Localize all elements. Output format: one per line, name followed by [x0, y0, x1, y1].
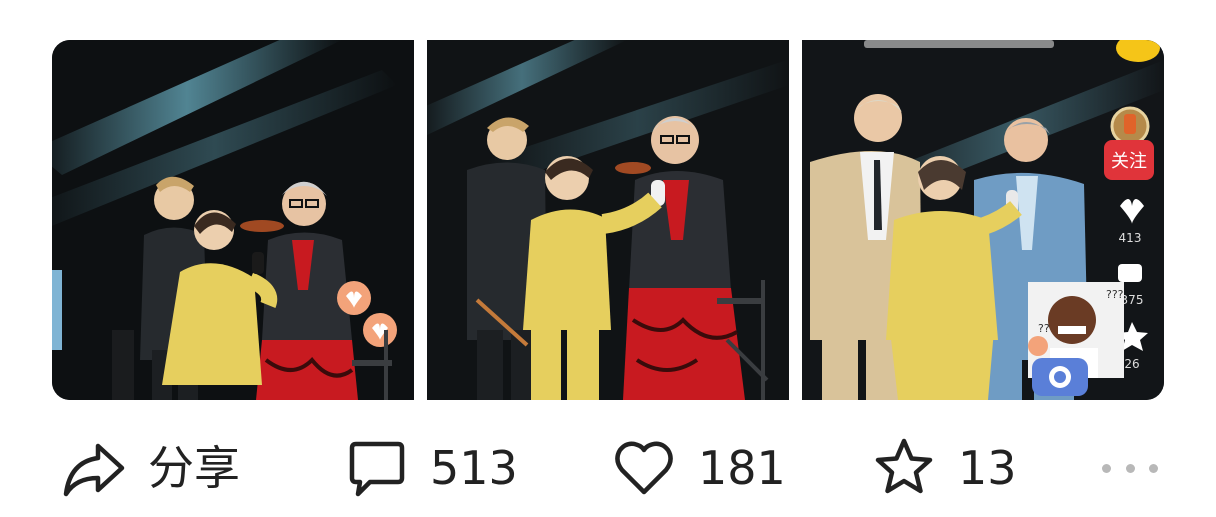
gallery-photo-2[interactable] [427, 40, 789, 400]
more-dot [1102, 463, 1111, 473]
post-action-bar: 分享 513 181 13 [0, 432, 1216, 504]
heart-outline-icon [615, 441, 673, 495]
comment-bubble-icon [349, 441, 405, 497]
share-arrow-icon [63, 443, 125, 497]
star-outline-icon [875, 438, 933, 494]
stage-photo-1-image [52, 40, 414, 400]
share-label: 分享 [148, 441, 240, 495]
like-button[interactable]: 181 [612, 432, 786, 504]
image-gallery: 关注 413 375 26 ?? ??? [52, 40, 1164, 400]
follow-badge-label: 关注 [1111, 151, 1147, 172]
favorite-count: 13 [958, 441, 1017, 495]
more-dot [1149, 463, 1158, 473]
gallery-photo-3[interactable]: 关注 413 375 26 ?? ??? [802, 40, 1164, 400]
more-dot [1125, 463, 1135, 473]
overlay-like-count: 413 [1119, 231, 1142, 245]
like-count: 181 [698, 441, 786, 495]
share-button[interactable]: 分享 [62, 432, 240, 504]
overlay-favorite-count: 26 [1124, 357, 1139, 371]
more-dots-icon[interactable] [1102, 456, 1158, 480]
gallery-photo-1[interactable] [52, 40, 414, 400]
comment-count: 513 [430, 441, 518, 495]
stage-photo-3-image: 关注 413 375 26 ?? ??? [802, 40, 1164, 400]
svg-text:??: ?? [1038, 322, 1050, 335]
header-title-cropped [92, 0, 272, 6]
comment-button[interactable]: 513 [344, 432, 518, 504]
overlay-comment-icon [1118, 264, 1142, 282]
favorite-button[interactable]: 13 [872, 432, 1017, 504]
svg-text:???: ??? [1106, 288, 1124, 301]
stage-photo-2-image [427, 40, 789, 400]
